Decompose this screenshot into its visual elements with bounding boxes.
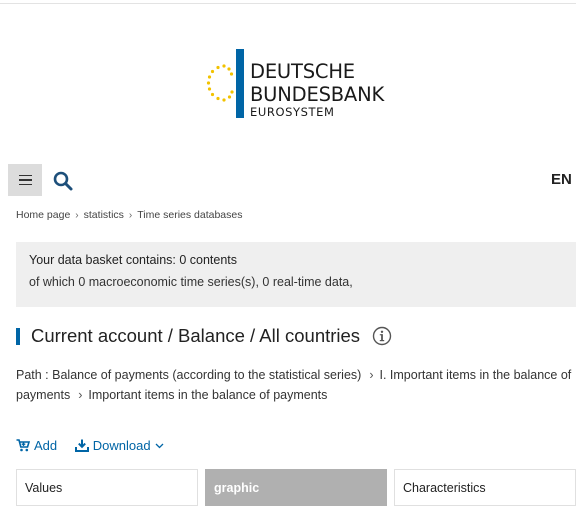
breadcrumb: Home page › statistics › Time series databas… bbox=[16, 209, 243, 221]
series-path: Path : Balance of payments (according to… bbox=[16, 365, 572, 405]
chevron-right-icon: › bbox=[369, 368, 374, 382]
chevron-right-icon: › bbox=[78, 388, 83, 402]
tab-graphic[interactable]: graphic bbox=[205, 469, 387, 506]
menu-button[interactable] bbox=[8, 164, 42, 196]
language-switch[interactable]: EN bbox=[551, 171, 572, 188]
chevron-down-icon bbox=[155, 443, 164, 448]
download-label: Download bbox=[92, 438, 151, 453]
tab-values[interactable]: Values bbox=[16, 469, 198, 506]
logo-line-2: BUNDESBANK bbox=[250, 83, 385, 106]
cart-icon bbox=[16, 439, 30, 452]
logo-line-1: DEUTSCHE bbox=[250, 60, 355, 83]
bundesbank-logo[interactable]: DEUTSCHE BUNDESBANK EUROSYSTEM bbox=[205, 49, 395, 121]
breadcrumb-home[interactable]: Home page bbox=[16, 209, 70, 221]
hamburger-icon bbox=[18, 174, 32, 186]
logo-line-3: EUROSYSTEM bbox=[250, 105, 335, 119]
search-icon[interactable] bbox=[52, 170, 74, 192]
tab-characteristics[interactable]: Characteristics bbox=[394, 469, 576, 506]
eu-stars-icon bbox=[206, 64, 234, 102]
view-tabs: Values graphic Characteristics bbox=[16, 469, 576, 506]
data-basket-box: Your data basket contains: 0 contents of… bbox=[16, 242, 576, 307]
breadcrumb-time-series[interactable]: Time series databases bbox=[137, 209, 242, 221]
path-item-2[interactable]: Important items in the balance of paymen… bbox=[88, 388, 327, 402]
info-circle-icon[interactable] bbox=[372, 326, 392, 346]
add-button[interactable]: Add bbox=[16, 438, 57, 453]
download-button[interactable]: Download bbox=[74, 438, 164, 453]
basket-contents: Your data basket contains: 0 contents bbox=[29, 253, 238, 267]
chevron-right-icon: › bbox=[128, 210, 133, 221]
basket-details: of which 0 macroeconomic time series(s),… bbox=[29, 275, 353, 289]
path-prefix[interactable]: Path : Balance of payments (according to… bbox=[16, 368, 361, 382]
page-title: Current account / Balance / All countrie… bbox=[31, 325, 361, 346]
chevron-right-icon: › bbox=[75, 210, 79, 221]
top-divider bbox=[0, 3, 576, 4]
title-accent-bar bbox=[16, 328, 20, 345]
breadcrumb-statistics[interactable]: statistics bbox=[84, 209, 124, 221]
actions-bar: Add Download bbox=[16, 438, 178, 455]
download-icon bbox=[74, 439, 89, 452]
logo-bar bbox=[236, 49, 244, 118]
add-label: Add bbox=[34, 438, 58, 453]
